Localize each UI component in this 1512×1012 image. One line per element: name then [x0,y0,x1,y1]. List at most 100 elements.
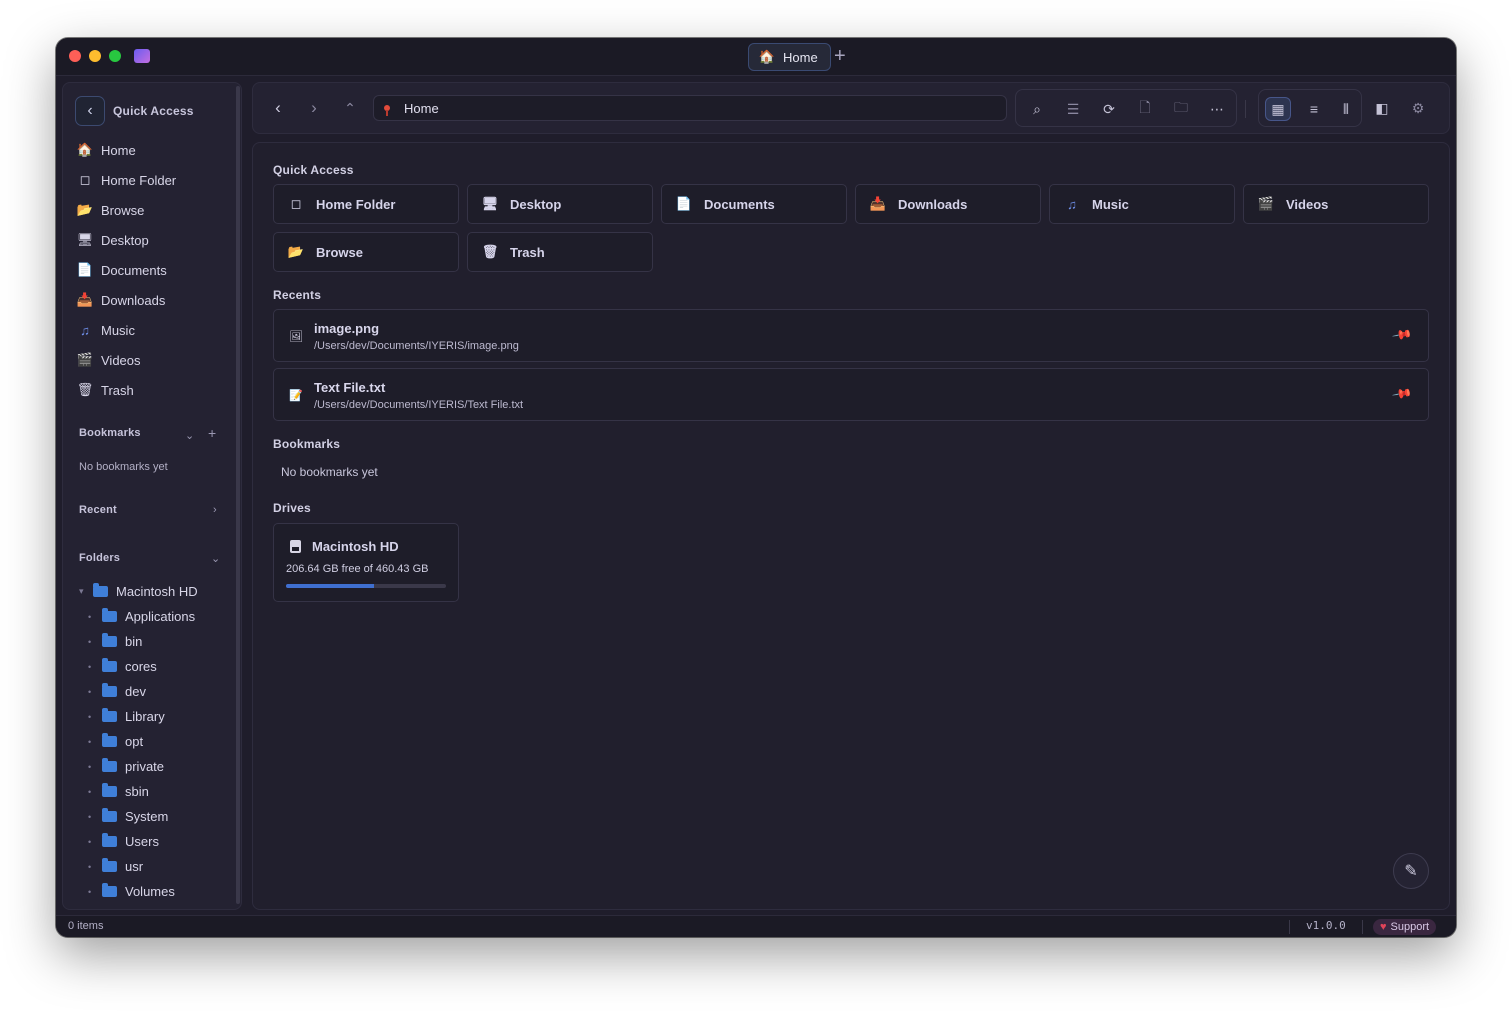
tree-expander-icon[interactable]: • [88,612,96,622]
clapperboard-icon: 🎬 [1257,196,1275,211]
sidebar-item-home[interactable]: 🏠 Home [77,135,176,165]
app-version: v1.0.0 [1306,919,1346,932]
quick-access-label: Browse [316,244,363,260]
tree-item[interactable]: • bin [79,629,198,654]
tree-item[interactable]: • opt [79,729,198,754]
add-bookmark-button[interactable]: + [208,425,216,441]
tree-expander-icon[interactable]: • [88,787,96,797]
tree-expander-icon[interactable]: • [88,762,96,772]
forward-button[interactable]: › [301,95,327,121]
drive-card[interactable]: Macintosh HD 206.64 GB free of 460.43 GB [273,523,459,602]
home-folder-icon: ◻ [290,196,302,211]
recent-file-row[interactable]: 📝 Text File.txt /Users/dev/Documents/IYE… [273,368,1429,421]
tree-expander-icon[interactable]: • [88,737,96,747]
tree-item[interactable]: • dev [79,679,198,704]
sidebar-scrollbar[interactable] [236,86,240,904]
close-window-button[interactable] [69,50,81,62]
sidebar-item-videos[interactable]: 🎬 Videos [77,345,176,375]
document-icon: 📄 [675,196,693,211]
chevron-down-icon[interactable]: ⌄ [185,429,194,442]
edit-pencil-button[interactable]: ✎ [1393,853,1429,889]
zoom-window-button[interactable] [109,50,121,62]
quick-access-label: Home Folder [316,196,396,212]
quick-access-label: Videos [1286,196,1329,212]
status-bar: 0 items v1.0.0 ♥ Support [56,915,1456,937]
folder-icon [102,783,117,797]
tree-expander-icon[interactable]: • [88,837,96,847]
tree-expander-icon[interactable]: • [88,862,96,872]
quick-access-home-folder[interactable]: ◻ Home Folder [273,184,459,224]
tree-item[interactable]: • Volumes [79,879,198,904]
column-view-icon[interactable]: ⦀ [1335,98,1357,120]
quick-access-browse[interactable]: 📂 Browse [273,232,459,272]
refresh-icon[interactable]: ⟳ [1098,98,1120,120]
quick-access-desktop[interactable]: 🖥 Desktop [467,184,653,224]
sidebar-item-documents[interactable]: 📄 Documents [77,255,176,285]
tree-item[interactable]: • sbin [79,779,198,804]
heart-icon: ♥ [1380,921,1387,933]
search-icon[interactable]: ⌕ [1026,98,1048,120]
title-bar: 🏠 Home + [56,38,1456,76]
sidebar-item-desktop[interactable]: 🖥 Desktop [77,225,176,255]
tree-item[interactable]: • cores [79,654,198,679]
tree-item[interactable]: • Library [79,704,198,729]
tree-item[interactable]: • Users [79,829,198,854]
pin-icon[interactable]: 📌 [1391,383,1413,405]
quick-access-label: Trash [510,244,545,260]
preview-panel-icon[interactable]: ◧ [1371,97,1393,119]
tree-item-label: Users [125,834,159,849]
sidebar-item-label: Downloads [101,292,166,308]
tree-item[interactable]: • System [79,804,198,829]
tree-expander-icon[interactable]: • [88,887,96,897]
pin-icon[interactable]: 📌 [1391,324,1413,346]
folder-tree: ▾ Macintosh HD • Applications • bin • cores… [79,579,198,904]
tree-item[interactable]: • usr [79,854,198,879]
more-options-icon[interactable]: ⋯ [1206,98,1228,120]
support-button[interactable]: ♥ Support [1373,919,1437,935]
tree-item-root[interactable]: ▾ Macintosh HD [79,579,198,604]
sidebar-item-home-folder[interactable]: ◻ Home Folder [77,165,177,195]
list-view-icon[interactable]: ≡ [1303,98,1325,120]
tree-item[interactable]: • Applications [79,604,198,629]
recent-file-row[interactable]: 🖼 image.png /Users/dev/Documents/IYERIS/… [273,309,1429,362]
tree-expander-icon[interactable]: ▾ [79,586,87,597]
tree-item[interactable]: • private [79,754,198,779]
toolbar: ‹ › ⌃ Home ⌕ ☰ ⟳ 🗋 🗀 ⋯ ▦ ≡ ⦀ ◧ ⚙ [252,82,1450,134]
settings-gear-icon[interactable]: ⚙ [1407,97,1429,119]
tree-expander-icon[interactable]: • [88,712,96,722]
up-directory-button[interactable]: ⌃ [337,95,363,121]
minimize-window-button[interactable] [89,50,101,62]
tree-item-label: usr [125,859,144,874]
tree-expander-icon[interactable]: • [88,812,96,822]
tree-item-label: Macintosh HD [116,584,198,599]
chevron-right-icon[interactable]: › [213,504,217,516]
quick-access-trash[interactable]: 🗑 Trash [467,232,653,272]
chevron-down-icon[interactable]: ⌄ [211,552,220,565]
trash-icon: 🗑 [76,382,94,397]
back-button[interactable]: ‹ [265,95,291,121]
quick-access-downloads[interactable]: 📥 Downloads [855,184,1041,224]
bookmarks-section-title[interactable]: Bookmarks [79,427,141,439]
quick-access-music[interactable]: ♫ Music [1049,184,1235,224]
new-tab-button[interactable]: + [834,45,846,67]
folder-icon [102,633,117,647]
tree-expander-icon[interactable]: • [88,662,96,672]
sort-icon[interactable]: ☰ [1062,98,1084,120]
sidebar-item-trash[interactable]: 🗑 Trash [77,375,176,405]
folders-section-title[interactable]: Folders [79,552,120,564]
sidebar-item-music[interactable]: ♫ Music [77,315,176,345]
path-bar[interactable]: Home [373,95,1007,121]
tree-expander-icon[interactable]: • [88,687,96,697]
sidebar-back-button[interactable]: ‹ [75,96,105,126]
recent-section-title[interactable]: Recent [79,504,117,516]
quick-access-videos[interactable]: 🎬 Videos [1243,184,1429,224]
view-mode-group: ▦ ≡ ⦀ [1258,89,1362,127]
new-folder-icon[interactable]: 🗀 [1170,98,1192,120]
tree-expander-icon[interactable]: • [88,637,96,647]
new-file-icon[interactable]: 🗋 [1134,98,1156,120]
sidebar-item-browse[interactable]: 📂 Browse [77,195,176,225]
sidebar-item-downloads[interactable]: 📥 Downloads [77,285,176,315]
quick-access-documents[interactable]: 📄 Documents [661,184,847,224]
grid-view-icon[interactable]: ▦ [1265,97,1291,121]
tab-home[interactable]: 🏠 Home [748,43,831,71]
